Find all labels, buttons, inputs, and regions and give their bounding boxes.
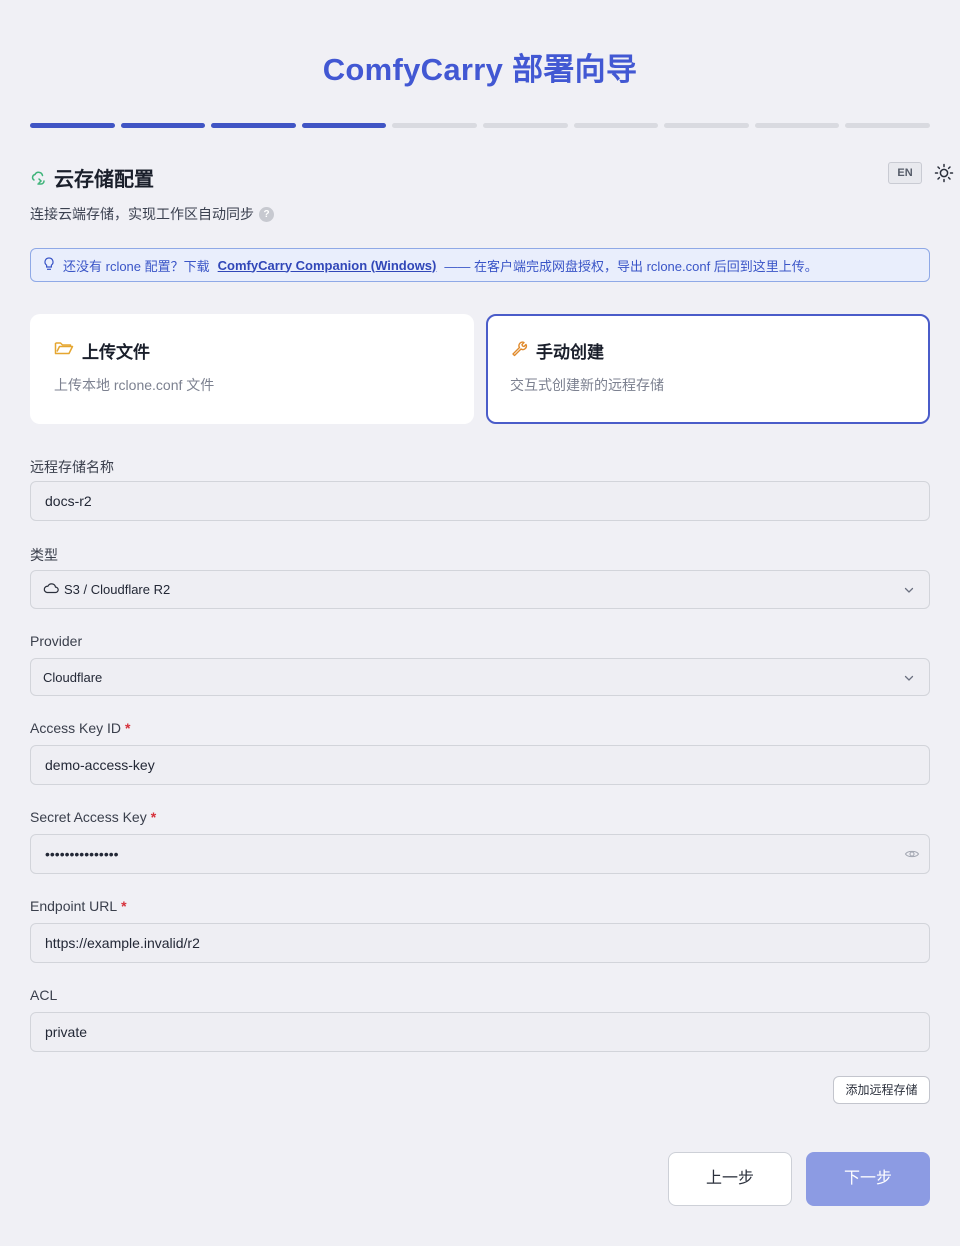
secret-key-label-text: Secret Access Key bbox=[30, 809, 147, 825]
step-progress-bar bbox=[30, 123, 930, 129]
tip-text-before: 还没有 rclone 配置？下载 bbox=[63, 258, 210, 274]
access-key-label-text: Access Key ID bbox=[30, 720, 122, 736]
progress-step bbox=[211, 123, 296, 128]
language-toggle-button[interactable]: EN bbox=[888, 162, 922, 184]
acl-input[interactable]: private bbox=[30, 1012, 930, 1052]
progress-step bbox=[120, 123, 206, 128]
provider-value: Cloudflare bbox=[43, 669, 103, 685]
wrench-icon bbox=[510, 339, 528, 362]
help-icon[interactable]: ? bbox=[259, 206, 274, 222]
endpoint-value: https://example.invalid/r2 bbox=[45, 935, 200, 951]
cloud-sync-icon bbox=[30, 169, 48, 187]
access-key-value: demo-access-key bbox=[45, 757, 155, 773]
upload-file-card[interactable]: 上传文件 上传本地 rclone.conf 文件 bbox=[30, 314, 474, 424]
card-title: 手动创建 bbox=[536, 343, 604, 362]
progress-step bbox=[754, 123, 840, 128]
next-step-button[interactable]: 下一步 bbox=[806, 1152, 930, 1206]
section-subtitle: 连接云端存储，实现工作区自动同步 ? bbox=[30, 204, 274, 224]
page-title: ComfyCarry 部署向导 bbox=[322, 52, 638, 87]
progress-step bbox=[845, 123, 930, 128]
acl-value: private bbox=[45, 1024, 88, 1040]
endpoint-label: Endpoint URL * bbox=[30, 898, 127, 914]
progress-step bbox=[664, 123, 749, 128]
section-header: 云存储配置 bbox=[30, 163, 154, 192]
manual-create-card[interactable]: 手动创建 交互式创建新的远程存储 bbox=[486, 314, 930, 424]
cloud-icon bbox=[43, 582, 59, 597]
progress-step bbox=[392, 123, 477, 128]
progress-step bbox=[301, 123, 387, 128]
chevron-down-icon bbox=[903, 672, 915, 684]
access-key-input[interactable]: demo-access-key bbox=[30, 745, 930, 785]
required-marker: * bbox=[150, 809, 157, 825]
type-label: 类型 bbox=[30, 547, 58, 563]
secret-key-label: Secret Access Key * bbox=[30, 809, 156, 825]
sun-icon[interactable] bbox=[934, 163, 954, 183]
endpoint-input[interactable]: https://example.invalid/r2 bbox=[30, 923, 930, 963]
eye-icon[interactable] bbox=[904, 846, 920, 862]
subtitle-text: 连接云端存储，实现工作区自动同步 bbox=[30, 206, 254, 222]
card-description: 上传本地 rclone.conf 文件 bbox=[54, 377, 215, 393]
required-marker: * bbox=[125, 720, 131, 736]
endpoint-label-text: Endpoint URL bbox=[30, 898, 118, 914]
companion-download-link[interactable]: ComfyCarry Companion (Windows) bbox=[218, 258, 437, 273]
secret-key-input[interactable]: ••••••••••••••• bbox=[30, 834, 930, 874]
previous-step-button[interactable]: 上一步 bbox=[668, 1152, 792, 1206]
acl-label: ACL bbox=[30, 987, 58, 1003]
card-title: 上传文件 bbox=[82, 343, 150, 362]
section-title: 云存储配置 bbox=[54, 169, 154, 191]
type-select[interactable]: S3 / Cloudflare R2 bbox=[30, 570, 930, 609]
lightbulb-icon bbox=[43, 256, 55, 274]
folder-open-icon bbox=[54, 340, 74, 361]
remote-name-input[interactable]: docs-r2 bbox=[30, 481, 930, 521]
remote-name-value: docs-r2 bbox=[45, 493, 92, 509]
type-value: S3 / Cloudflare R2 bbox=[64, 582, 171, 597]
chevron-down-icon bbox=[903, 584, 915, 596]
progress-step bbox=[573, 123, 659, 128]
tip-text-after: —— 在客户端完成网盘授权，导出 rclone.conf 后回到这里上传。 bbox=[444, 258, 818, 274]
add-remote-button[interactable]: 添加远程存储 bbox=[833, 1076, 930, 1104]
rclone-tip-banner: 还没有 rclone 配置？下载 ComfyCarry Companion (W… bbox=[30, 248, 930, 282]
progress-step bbox=[30, 123, 115, 128]
remote-name-label: 远程存储名称 bbox=[30, 459, 114, 475]
card-description: 交互式创建新的远程存储 bbox=[510, 377, 664, 393]
provider-label: Provider bbox=[30, 633, 83, 649]
secret-key-value: ••••••••••••••• bbox=[45, 846, 119, 862]
provider-select[interactable]: Cloudflare bbox=[30, 658, 930, 696]
access-key-label: Access Key ID * bbox=[30, 720, 130, 736]
required-marker: * bbox=[121, 898, 127, 914]
progress-step bbox=[482, 123, 568, 128]
